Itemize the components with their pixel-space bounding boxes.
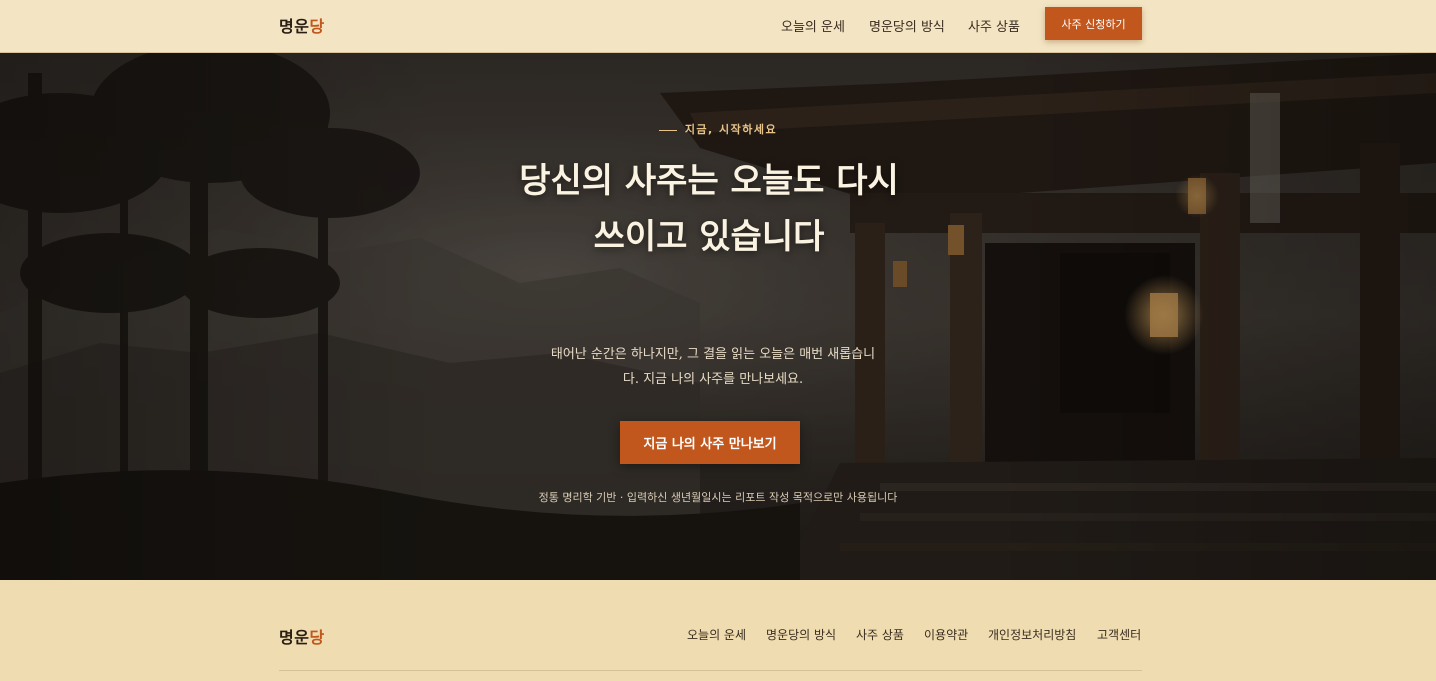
hero-eyebrow: 지금, 시작하세요 <box>0 121 1436 137</box>
hero-section: 지금, 시작하세요 당신의 사주는 오늘도 다시 쓰이고 있습니다 태어난 순간… <box>0 53 1436 580</box>
meet-my-saju-button[interactable]: 지금 나의 사주 만나보기 <box>620 421 800 464</box>
footer-divider <box>279 670 1142 671</box>
brand-name-main: 명운 <box>279 17 310 36</box>
footer-brand-name-main: 명운 <box>279 628 310 647</box>
footer-nav-today-fortune[interactable]: 오늘의 운세 <box>687 626 746 643</box>
hero-eyebrow-text: 지금, 시작하세요 <box>684 123 778 136</box>
hero-title: 당신의 사주는 오늘도 다시 쓰이고 있습니다 <box>519 161 899 257</box>
footer-brand-name-accent: 당 <box>309 628 325 647</box>
site-header: 명운당 오늘의 운세 명운당의 방식 사주 상품 사주 신청하기 <box>0 0 1436 53</box>
footer-nav-saju-products[interactable]: 사주 상품 <box>856 626 904 643</box>
footer-nav-support[interactable]: 고객센터 <box>1097 626 1141 643</box>
nav-saju-products[interactable]: 사주 상품 <box>968 16 1020 35</box>
apply-saju-button[interactable]: 사주 신청하기 <box>1045 7 1142 40</box>
hero-content: 지금, 시작하세요 당신의 사주는 오늘도 다시 쓰이고 있습니다 태어난 순간… <box>0 53 1436 580</box>
nav-our-method[interactable]: 명운당의 방식 <box>869 16 945 35</box>
eyebrow-dash <box>658 129 677 131</box>
brand-logo[interactable]: 명운당 <box>279 13 325 37</box>
footer-brand-logo[interactable]: 명운당 <box>279 624 325 648</box>
hero-description: 태어난 순간은 하나지만, 그 결을 읽는 오늘은 매번 새롭습니다. 지금 나… <box>550 347 876 387</box>
footer-nav-our-method[interactable]: 명운당의 방식 <box>766 626 836 643</box>
nav-today-fortune[interactable]: 오늘의 운세 <box>781 16 845 35</box>
privacy-note: 정통 명리학 기반 · 입력하신 생년월일시는 리포트 작성 목적으로만 사용됩… <box>538 491 898 504</box>
brand-name-accent: 당 <box>309 17 325 36</box>
site-footer: 명운당 오늘의 운세 명운당의 방식 사주 상품 이용약관 개인정보처리방침 고… <box>0 580 1436 681</box>
footer-nav-terms[interactable]: 이용약관 <box>924 626 968 643</box>
footer-nav-privacy[interactable]: 개인정보처리방침 <box>988 626 1076 643</box>
